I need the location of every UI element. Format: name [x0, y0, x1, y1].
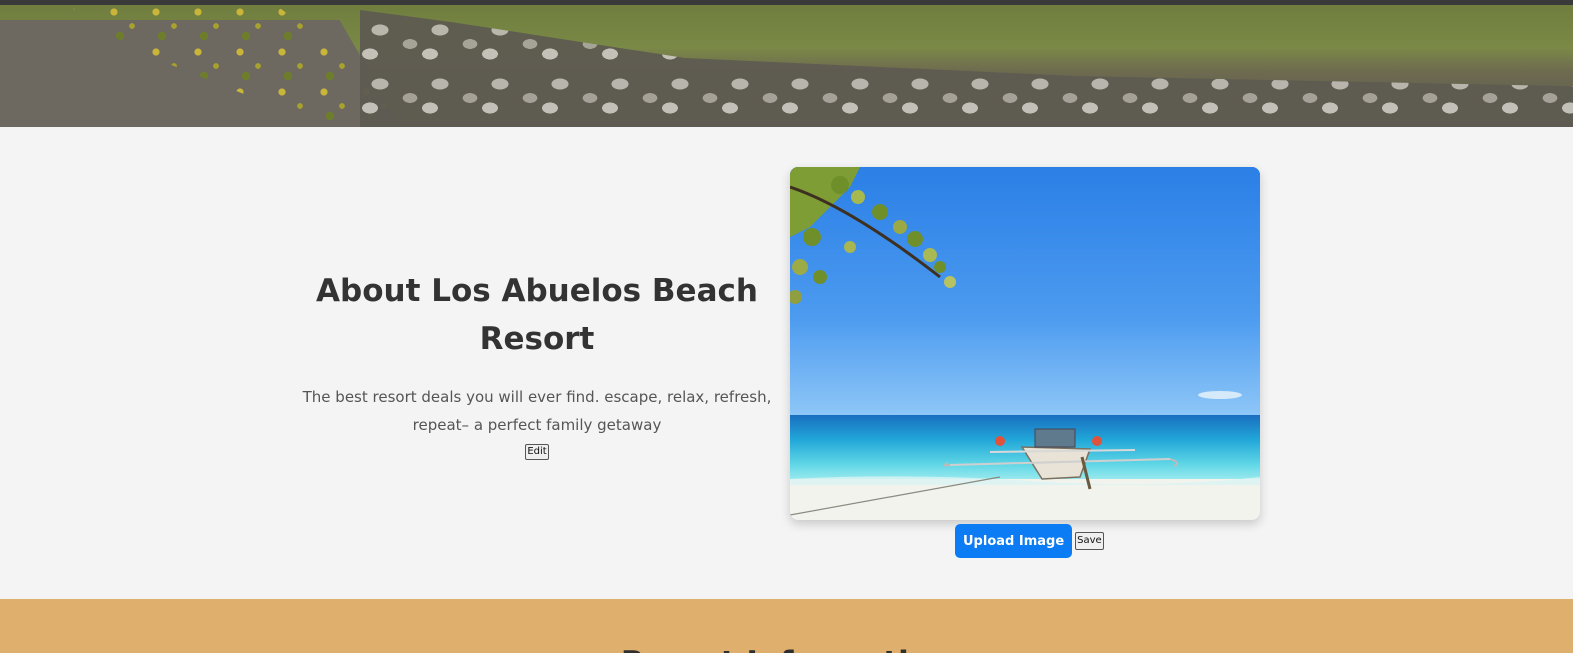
- about-text-block: About Los Abuelos Beach Resort The best …: [296, 267, 778, 460]
- resort-information-title: Resort Information: [0, 643, 1573, 653]
- upload-image-button[interactable]: Upload Image: [955, 524, 1073, 558]
- hero-banner-image: [0, 0, 1573, 127]
- beach-photo-illustration: [790, 167, 1260, 520]
- resort-information-section: Resort Information: [0, 599, 1573, 653]
- about-title: About Los Abuelos Beach Resort: [316, 273, 758, 357]
- image-controls: Upload Image Save: [955, 524, 1104, 558]
- about-section: About Los Abuelos Beach Resort The best …: [0, 127, 1573, 599]
- about-description: The best resort deals you will ever find…: [302, 388, 772, 434]
- edit-button[interactable]: Edit: [525, 444, 549, 460]
- about-photo: [790, 167, 1260, 520]
- save-button[interactable]: Save: [1075, 532, 1104, 550]
